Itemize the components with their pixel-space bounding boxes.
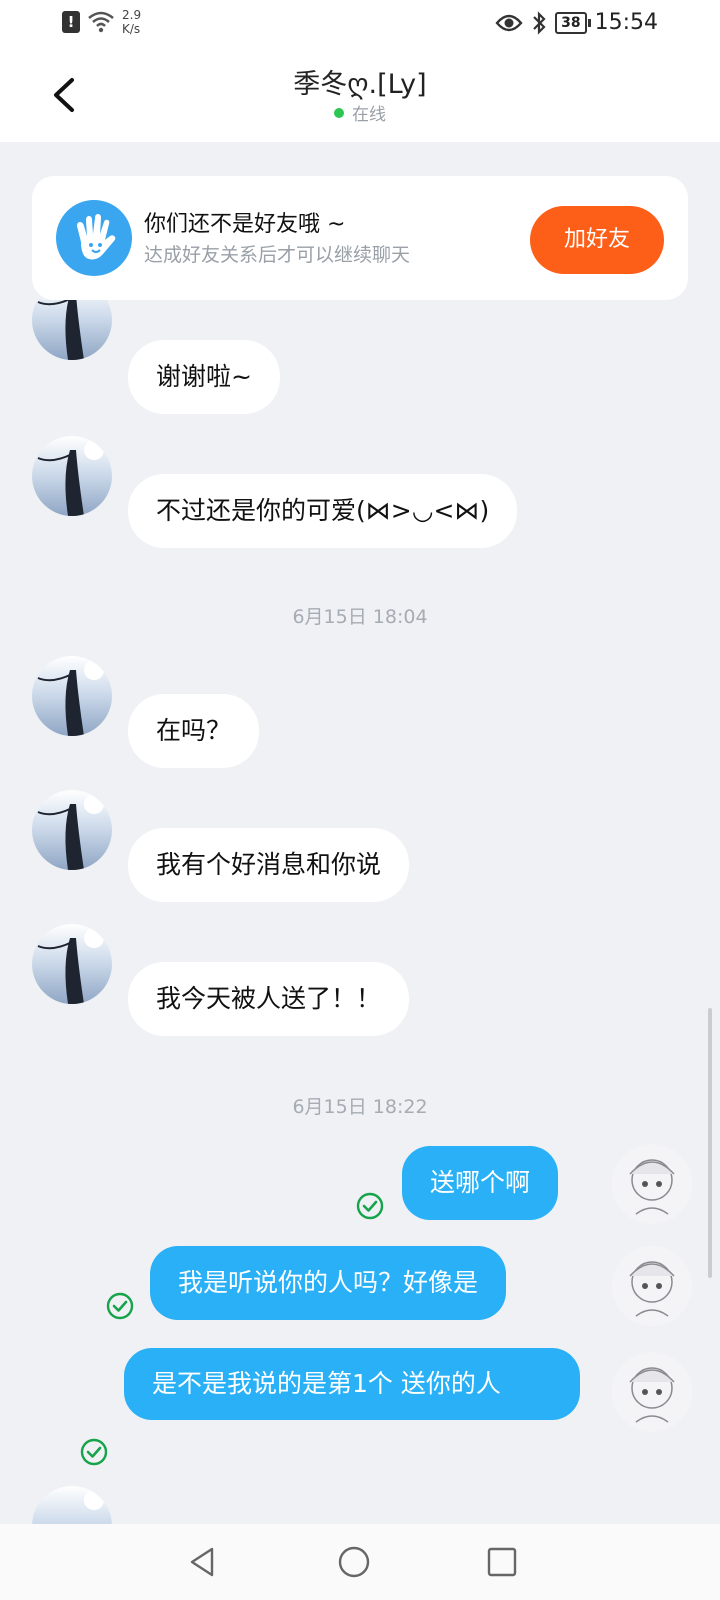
my-avatar[interactable] xyxy=(612,1144,692,1224)
nav-recents-icon[interactable] xyxy=(484,1544,520,1580)
chat-header: 季冬ღ.[Ly] 在线 xyxy=(0,48,720,142)
message-bubble[interactable]: 我今天被人送了！！ xyxy=(128,962,410,1036)
timestamp: 6月15日 18:22 xyxy=(292,1096,428,1118)
contact-avatar[interactable] xyxy=(32,1486,112,1524)
nav-home-icon[interactable] xyxy=(336,1544,372,1580)
message-bubble[interactable]: 谢谢啦~ xyxy=(128,340,280,414)
read-check-icon xyxy=(80,1438,108,1466)
scrollbar[interactable] xyxy=(708,1008,712,1278)
contact-avatar[interactable] xyxy=(32,924,112,1004)
message-bubble[interactable]: 是不是我说的是第1个 送你的人 xyxy=(124,1348,580,1420)
read-check-icon xyxy=(356,1192,384,1220)
contact-avatar[interactable] xyxy=(32,436,112,516)
message-bubble[interactable]: 送哪个啊 xyxy=(402,1146,559,1220)
net-speed-value: 2.9 xyxy=(122,8,142,22)
contact-avatar[interactable] xyxy=(32,656,112,736)
bluetooth-icon xyxy=(533,10,546,35)
hand-wave-icon xyxy=(56,200,132,276)
read-check-icon xyxy=(106,1292,134,1320)
net-speed: 2.9 K/s xyxy=(122,8,141,36)
message-bubble[interactable]: 我是听说你的人吗？好像是 xyxy=(150,1246,507,1320)
add-friend-button[interactable]: 加好友 xyxy=(530,206,664,274)
message-bubble[interactable]: 我有个好消息和你说 xyxy=(128,828,410,902)
net-speed-unit: K/s xyxy=(122,22,141,36)
status-right: 38 15:54 xyxy=(495,10,658,35)
contact-avatar[interactable] xyxy=(32,790,112,870)
alert-icon: ! xyxy=(62,11,80,33)
banner-title: 你们还不是好友哦 ~ xyxy=(144,212,346,237)
contact-avatar[interactable] xyxy=(32,300,112,360)
message-bubble[interactable]: 在吗？ xyxy=(128,694,260,768)
online-status: 在线 xyxy=(0,100,720,125)
timestamp: 6月15日 18:04 xyxy=(292,606,428,628)
nav-back-icon[interactable] xyxy=(184,1544,220,1580)
page-title[interactable]: 季冬ღ.[Ly] xyxy=(0,62,720,101)
clock: 15:54 xyxy=(594,10,658,35)
friend-request-banner: 你们还不是好友哦 ~ 达成好友关系后才可以继续聊天 加好友 xyxy=(32,176,688,300)
status-bar: ! 2.9 K/s 38 15:54 xyxy=(0,0,720,48)
message-bubble[interactable]: 不过还是你的可爱(⋈>◡<⋈) xyxy=(128,474,518,548)
banner-subtitle: 达成好友关系后才可以继续聊天 xyxy=(144,244,411,266)
my-avatar[interactable] xyxy=(612,1246,692,1326)
system-nav-bar xyxy=(0,1524,720,1600)
online-dot-icon xyxy=(334,108,344,118)
message-list[interactable]: 谢谢啦~ 不过还是你的可爱(⋈>◡<⋈) 6月15日 18:04 在吗？ 我有个… xyxy=(0,300,720,1524)
battery-indicator: 38 xyxy=(555,11,592,34)
wifi-icon xyxy=(88,11,114,33)
online-status-label: 在线 xyxy=(352,105,386,125)
status-left: ! 2.9 K/s xyxy=(62,8,141,36)
eye-icon xyxy=(495,14,523,31)
my-avatar[interactable] xyxy=(612,1352,692,1432)
